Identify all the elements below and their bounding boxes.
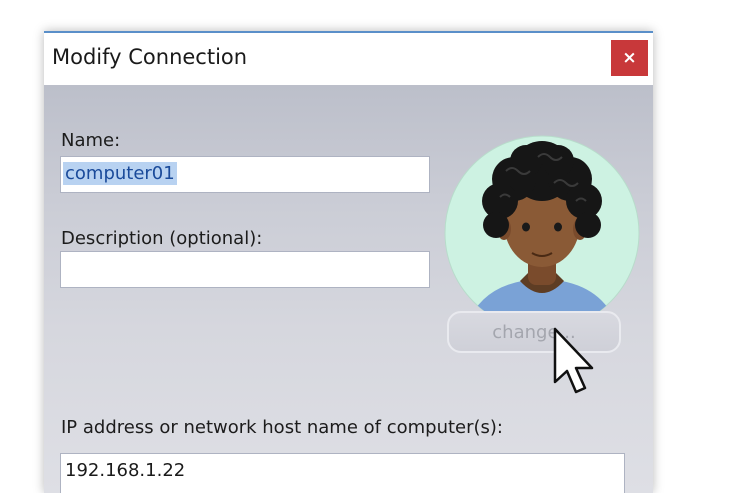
name-label: Name: <box>61 130 121 151</box>
description-label: Description (optional): <box>61 228 263 249</box>
mouse-pointer-icon <box>553 327 594 394</box>
ip-address-field[interactable]: 192.168.1.22 <box>60 453 625 493</box>
name-field-value: computer01 <box>63 162 177 185</box>
modify-connection-dialog: Modify Connection × Name: computer01 Des… <box>44 31 653 493</box>
close-button[interactable]: × <box>611 40 648 76</box>
person-avatar-icon[interactable] <box>444 135 640 331</box>
dialog-title: Modify Connection <box>52 45 248 69</box>
name-field[interactable]: computer01 <box>60 156 430 193</box>
ip-address-label: IP address or network host name of compu… <box>61 417 503 438</box>
description-field[interactable] <box>60 251 430 288</box>
title-bar: Modify Connection × <box>44 33 653 85</box>
dialog-body: Name: computer01 Description (optional): <box>44 85 653 493</box>
close-icon: × <box>622 48 637 68</box>
ip-address-value: 192.168.1.22 <box>65 460 186 481</box>
